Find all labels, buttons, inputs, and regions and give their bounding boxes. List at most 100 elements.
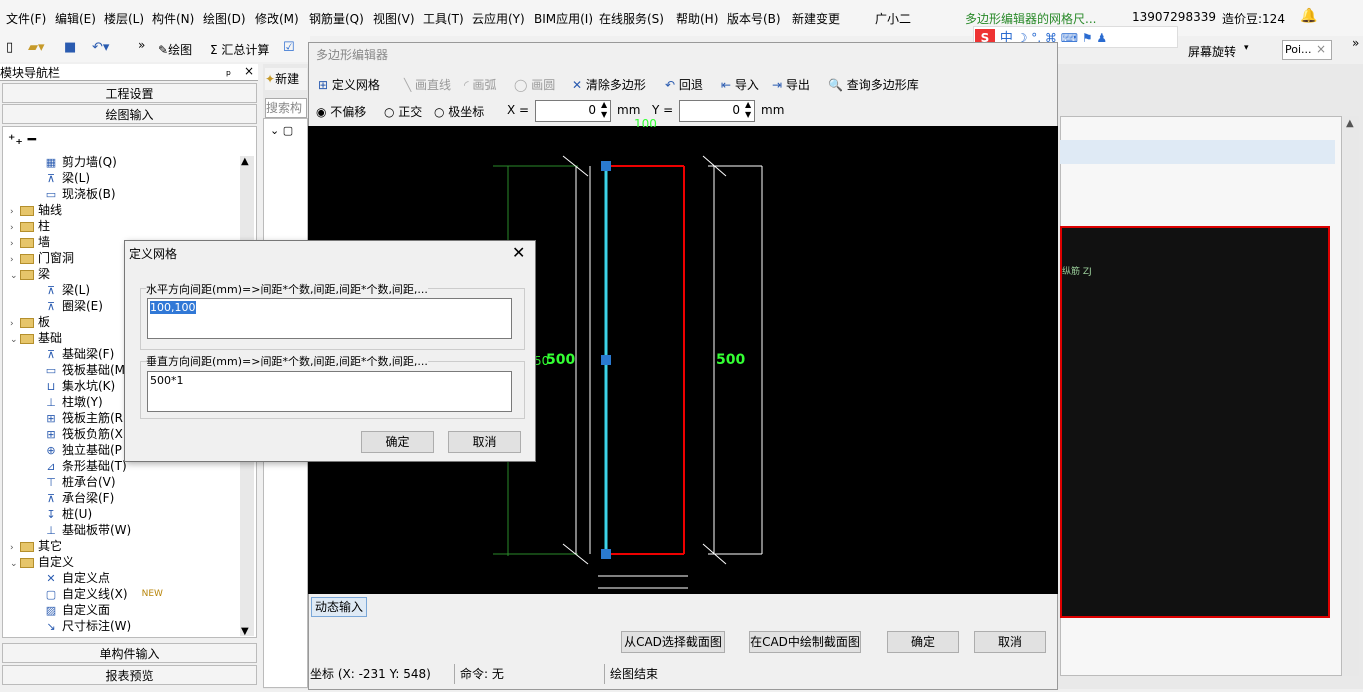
report-preview-button[interactable]: 报表预览 bbox=[2, 665, 257, 685]
menu-item-8[interactable]: 工具(T) bbox=[423, 10, 464, 27]
menu-item-4[interactable]: 绘图(D) bbox=[203, 10, 246, 27]
draw-button[interactable]: ✎绘图 bbox=[158, 41, 192, 58]
cad-canvas[interactable] bbox=[1060, 226, 1330, 618]
tree-item[interactable]: ⊼ 梁(L) bbox=[44, 282, 90, 298]
open-folder-icon[interactable]: ▰▾ bbox=[28, 40, 45, 55]
tree-item[interactable]: ▨ 自定义面 bbox=[44, 602, 110, 618]
account-number[interactable]: 13907298339 bbox=[1132, 10, 1216, 24]
tree-item[interactable]: › 门窗洞 bbox=[10, 250, 74, 266]
tree-item[interactable]: ↧ 桩(U) bbox=[44, 506, 92, 522]
new-component-button[interactable]: ✦新建 bbox=[265, 68, 307, 90]
menu-item-0[interactable]: 文件(F) bbox=[6, 10, 46, 27]
expand-caret-icon[interactable]: ⌄ bbox=[10, 268, 20, 284]
poly-cancel-button[interactable]: 取消 bbox=[974, 631, 1046, 653]
tree-item[interactable]: ⊼ 梁(L) bbox=[44, 170, 90, 186]
poly-tool-3[interactable]: ◯ 画圆 bbox=[514, 76, 555, 93]
ortho-radio[interactable]: ○ 正交 bbox=[384, 103, 422, 120]
right-scrollbar[interactable] bbox=[1343, 116, 1359, 676]
menu-item-2[interactable]: 楼层(L) bbox=[104, 10, 144, 27]
tree-item[interactable]: ⌄ 自定义 bbox=[10, 554, 74, 570]
tree-item[interactable]: ⊞ 筏板负筋(X bbox=[44, 426, 123, 442]
undo-icon[interactable]: ↶▾ bbox=[92, 40, 109, 55]
poly-tool-2[interactable]: ◜ 画弧 bbox=[464, 76, 496, 93]
more-icon[interactable]: » bbox=[138, 38, 145, 52]
notice-text[interactable]: 多边形编辑器的网格尺... bbox=[965, 10, 1096, 27]
project-settings-button[interactable]: 工程设置 bbox=[2, 83, 257, 103]
expand-collapse-icon[interactable]: ⁺₊ ━ bbox=[8, 132, 36, 148]
check-icon[interactable]: ☑ bbox=[283, 40, 295, 55]
expand-caret-icon[interactable]: ⌄ bbox=[10, 332, 20, 348]
new-file-icon[interactable]: ▯ bbox=[6, 40, 13, 55]
menu-item-11[interactable]: 在线服务(S) bbox=[599, 10, 664, 27]
menu-item-13[interactable]: 版本号(B) bbox=[727, 10, 781, 27]
tree-item[interactable]: ⌄ 基础 bbox=[10, 330, 62, 346]
poly-tool-7[interactable]: ⇥ 导出 bbox=[772, 76, 810, 93]
tree-item[interactable]: ⊥ 基础板带(W) bbox=[44, 522, 131, 538]
tree-item[interactable]: ⊔ 集水坑(K) bbox=[44, 378, 116, 394]
sum-button[interactable]: Σ 汇总计算 bbox=[210, 41, 269, 58]
dialog-close-icon[interactable]: ✕ bbox=[512, 243, 525, 262]
tree-item[interactable]: ▭ 筏板基础(M bbox=[44, 362, 125, 378]
menu-item-12[interactable]: 帮助(H) bbox=[676, 10, 718, 27]
poly-tool-6[interactable]: ⇤ 导入 bbox=[721, 76, 759, 93]
menu-item-14[interactable]: 新建变更 bbox=[792, 10, 840, 27]
poly-tool-8[interactable]: 🔍 查询多边形库 bbox=[828, 76, 919, 93]
menu-item-3[interactable]: 构件(N) bbox=[152, 10, 194, 27]
tree-item[interactable]: ▢ 自定义线(X) NEW bbox=[44, 586, 163, 602]
tree-item[interactable]: ⊿ 条形基础(T) bbox=[44, 458, 126, 474]
search-component-input[interactable]: 搜索构件 bbox=[265, 98, 307, 118]
poly-tool-1[interactable]: ╲ 画直线 bbox=[404, 76, 451, 93]
poly-tool-4[interactable]: ✕ 清除多边形 bbox=[572, 76, 646, 93]
menu-item-10[interactable]: BIM应用(I) bbox=[534, 10, 593, 27]
right-scroll-up-icon[interactable]: ▲ bbox=[1346, 118, 1354, 129]
vertical-spacing-input[interactable]: 500*1 bbox=[147, 371, 512, 412]
poly-ok-button[interactable]: 确定 bbox=[887, 631, 959, 653]
menu-item-6[interactable]: 钢筋量(Q) bbox=[309, 10, 364, 27]
menu-item-7[interactable]: 视图(V) bbox=[373, 10, 415, 27]
save-icon[interactable]: ■ bbox=[64, 40, 76, 55]
poly-tool-0[interactable]: ⊞ 定义网格 bbox=[318, 76, 380, 93]
scroll-up-icon[interactable]: ▲ bbox=[241, 156, 249, 167]
tree-item[interactable]: ⊼ 基础梁(F) bbox=[44, 346, 114, 362]
tree-item[interactable]: › 轴线 bbox=[10, 202, 62, 218]
more-right-icon[interactable]: » bbox=[1352, 36, 1359, 50]
grid-ok-button[interactable]: 确定 bbox=[361, 431, 434, 453]
no-offset-radio[interactable]: ◉ 不偏移 bbox=[316, 103, 366, 120]
tree-item[interactable]: › 墙 bbox=[10, 234, 50, 250]
single-input-button[interactable]: 单构件输入 bbox=[2, 643, 257, 663]
y-input[interactable]: 0 bbox=[679, 100, 755, 122]
dynamic-input-toggle[interactable]: 动态输入 bbox=[311, 597, 367, 617]
select-from-cad-button[interactable]: 从CAD选择截面图 bbox=[621, 631, 725, 653]
tree-item[interactable]: ⊥ 柱墩(Y) bbox=[44, 394, 103, 410]
draw-in-cad-button[interactable]: 在CAD中绘制截面图 bbox=[749, 631, 861, 653]
poi-close-icon[interactable]: × bbox=[1316, 42, 1326, 56]
screen-rotate-button[interactable]: 屏幕旋转 bbox=[1188, 43, 1236, 60]
rotate-dropdown-icon[interactable]: ▾ bbox=[1244, 43, 1249, 53]
bell-icon[interactable]: 🔔 bbox=[1300, 8, 1317, 24]
scroll-down-icon[interactable]: ▼ bbox=[241, 626, 249, 637]
poly-tool-5[interactable]: ↶ 回退 bbox=[665, 76, 703, 93]
tree-item[interactable]: ▦ 剪力墙(Q) bbox=[44, 154, 117, 170]
polar-radio[interactable]: ○ 极坐标 bbox=[434, 103, 484, 120]
tree-item[interactable]: ✕ 自定义点 bbox=[44, 570, 110, 586]
tree-item[interactable]: ⊤ 桩承台(V) bbox=[44, 474, 115, 490]
y-spinner-icon[interactable]: ▲ ▼ bbox=[745, 100, 751, 120]
tree-item[interactable]: ⊼ 圈梁(E) bbox=[44, 298, 103, 314]
tree-item[interactable]: › 其它 bbox=[10, 538, 62, 554]
x-spinner-icon[interactable]: ▲ ▼ bbox=[601, 100, 607, 120]
tree-item[interactable]: › 板 bbox=[10, 314, 50, 330]
tree-item[interactable]: ▭ 现浇板(B) bbox=[44, 186, 116, 202]
menu-item-5[interactable]: 修改(M) bbox=[255, 10, 299, 27]
draw-input-button[interactable]: 绘图输入 bbox=[2, 104, 257, 124]
x-input[interactable]: 0 bbox=[535, 100, 611, 122]
tree-item[interactable]: ⊞ 筏板主筋(R bbox=[44, 410, 123, 426]
nav-close-icon[interactable]: × bbox=[244, 64, 254, 78]
list-expand-icon[interactable]: ⌄ ▢ bbox=[270, 124, 293, 137]
menu-item-15[interactable]: 广小二 bbox=[875, 10, 911, 27]
tree-item[interactable]: ⊼ 承台梁(F) bbox=[44, 490, 114, 506]
horizontal-spacing-input[interactable]: 100,100 bbox=[147, 298, 512, 339]
tree-item[interactable]: ⌄ 梁 bbox=[10, 266, 50, 282]
menu-item-9[interactable]: 云应用(Y) bbox=[472, 10, 525, 27]
pin-icon[interactable]: ₚ bbox=[226, 64, 231, 78]
tree-item[interactable]: ↘ 尺寸标注(W) bbox=[44, 618, 131, 634]
